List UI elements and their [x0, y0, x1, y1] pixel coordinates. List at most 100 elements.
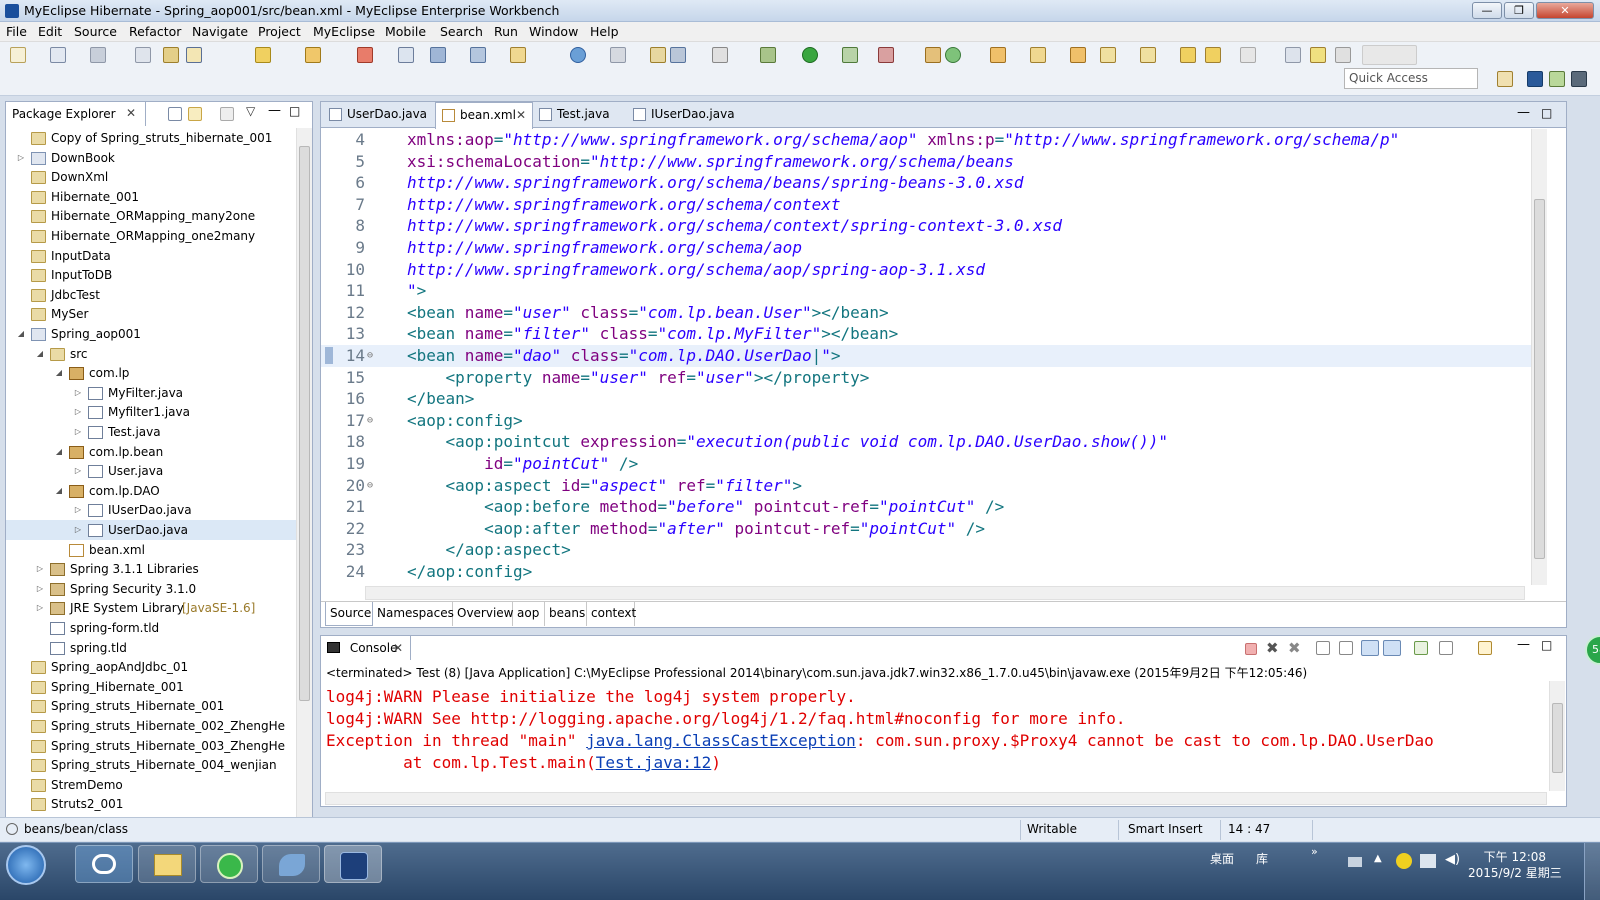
open-type-icon[interactable] — [990, 47, 1006, 63]
code-line[interactable]: 16 </bean> — [321, 388, 1531, 410]
minimize-console-icon[interactable]: — — [1517, 637, 1530, 652]
menu-window[interactable]: Window — [529, 24, 578, 39]
minimize-button[interactable]: — — [1472, 2, 1502, 19]
tree-expand-icon[interactable]: ▷ — [73, 520, 83, 540]
tree-item[interactable]: ◢ com.lp.bean — [6, 442, 296, 462]
tree-expand-icon[interactable]: ◢ — [54, 363, 64, 383]
server-icon[interactable] — [398, 47, 414, 63]
tray-app-icon[interactable] — [1396, 853, 1412, 869]
debug-icon[interactable] — [760, 47, 776, 63]
code-line[interactable]: 8 http://www.springframework.org/schema/c… — [321, 215, 1531, 237]
menu-project[interactable]: Project — [258, 24, 301, 39]
tab-test-java[interactable]: Test.java — [533, 102, 633, 128]
show-desktop-button[interactable] — [1584, 843, 1600, 900]
close-icon[interactable]: ✕ — [126, 106, 136, 120]
code-line[interactable]: 23 </aop:aspect> — [321, 539, 1531, 561]
maximize-view-icon[interactable]: □ — [289, 104, 300, 118]
console-tab[interactable]: Console ✕ — [321, 636, 411, 660]
menu-myeclipse[interactable]: MyEclipse — [313, 24, 375, 39]
page-tab-beans[interactable]: beans — [545, 602, 587, 626]
tree-item[interactable]: ◢ src — [6, 344, 296, 364]
tree-item[interactable]: spring-form.tld — [6, 618, 296, 638]
open-console-icon[interactable] — [1478, 641, 1492, 655]
volume-icon[interactable]: ◀) — [1445, 852, 1460, 867]
globe-icon[interactable] — [570, 47, 586, 63]
code-line[interactable]: 11 "> — [321, 280, 1531, 302]
code-line[interactable]: 6 http://www.springframework.org/schema/b… — [321, 172, 1531, 194]
tab-bean-xml[interactable]: bean.xml ✕ — [435, 102, 533, 129]
minimize-editor-icon[interactable]: — — [1517, 105, 1530, 120]
tree-item[interactable]: Spring_struts_Hibernate_003_ZhengHe — [6, 736, 296, 756]
save-icon[interactable] — [90, 47, 106, 63]
current-code-line[interactable]: 14 ⊖ <bean name="dao" class="com.lp.DAO.Us… — [321, 345, 1531, 367]
tray-library-label[interactable]: 库 — [1256, 850, 1268, 867]
toggle-mark-icon[interactable] — [186, 47, 202, 63]
system-clock[interactable]: 下午 12:08 2015/9/2 星期三 — [1468, 849, 1562, 881]
pin-console-icon[interactable] — [1414, 641, 1428, 655]
fold-toggle-icon[interactable]: ⊖ — [367, 345, 373, 367]
page-tab-context[interactable]: context — [587, 602, 636, 626]
menu-navigate[interactable]: Navigate — [192, 24, 248, 39]
tree-expand-icon[interactable]: ◢ — [35, 344, 45, 364]
code-line[interactable]: 5 xsi:schemaLocation="http://www.springfr… — [321, 151, 1531, 173]
menu-help[interactable]: Help — [590, 24, 619, 39]
run-icon[interactable] — [802, 47, 818, 63]
code-line[interactable]: 13 <bean name="filter" class="com.lp.MyFi… — [321, 323, 1531, 345]
tree-item[interactable]: ▷ User.java — [6, 461, 296, 481]
project-icon[interactable] — [163, 47, 179, 63]
format-icon[interactable] — [305, 47, 321, 63]
minimize-view-icon[interactable]: — — [268, 103, 281, 118]
tree-item[interactable]: JdbcTest — [6, 285, 296, 305]
new-java-icon[interactable] — [925, 47, 941, 63]
tree-item[interactable]: StremDemo — [6, 775, 296, 795]
menu-source[interactable]: Source — [74, 24, 117, 39]
pen-icon[interactable] — [1310, 47, 1326, 63]
tree-item[interactable]: Hibernate_001 — [6, 187, 296, 207]
console-vertical-scrollbar[interactable] — [1549, 681, 1565, 791]
package-explorer-scrollbar[interactable] — [296, 128, 312, 824]
menu-refactor[interactable]: Refactor — [129, 24, 181, 39]
tree-item[interactable]: Spring_struts_Hibernate_004_wenjian — [6, 755, 296, 775]
tree-item[interactable]: Spring_struts_Hibernate_002_ZhengHe — [6, 716, 296, 736]
tree-item[interactable]: Spring_struts_Hibernate_001 — [6, 696, 296, 716]
code-line[interactable]: 18 <aop:pointcut expression="execution(p… — [321, 431, 1531, 453]
code-line[interactable]: 20 ⊖ <aop:aspect id="aspect" ref="filter"… — [321, 475, 1531, 497]
taskbar-browser[interactable] — [200, 845, 258, 883]
tree-item[interactable]: ◢ com.lp — [6, 363, 296, 383]
new-icon[interactable] — [10, 47, 26, 63]
tree-item[interactable]: bean.xml — [6, 540, 296, 560]
tray-desktop-label[interactable]: 桌面 — [1210, 850, 1234, 867]
grid-icon[interactable] — [1335, 47, 1351, 63]
network-icon[interactable] — [1420, 854, 1436, 868]
collapse-all-icon[interactable] — [168, 107, 182, 121]
remove-all-icon[interactable]: ✖ — [1288, 639, 1301, 657]
quick-access-input[interactable]: Quick Access — [1344, 68, 1478, 89]
code-line[interactable]: 17 ⊖ <aop:config> — [321, 410, 1531, 432]
tree-item[interactable]: ▷ Spring Security 3.1.0 — [6, 579, 296, 599]
code-line[interactable]: 9 http://www.springframework.org/schema/a… — [321, 237, 1531, 259]
tree-item[interactable]: ▷ DownBook — [6, 148, 296, 168]
tree-item[interactable]: spring.tld — [6, 638, 296, 658]
taskbar-mysql[interactable] — [262, 845, 320, 883]
refresh-icon[interactable] — [610, 47, 626, 63]
menu-file[interactable]: File — [6, 24, 27, 39]
page-tab-source[interactable]: Source — [325, 602, 373, 626]
tree-item[interactable]: Hibernate_ORMapping_one2many — [6, 226, 296, 246]
taskbar-explorer[interactable] — [138, 845, 196, 883]
taskbar-cloud-app[interactable] — [75, 845, 133, 883]
tree-item[interactable]: DownXml — [6, 167, 296, 187]
tree-item[interactable]: Hibernate_ORMapping_many2one — [6, 206, 296, 226]
menu-mobile[interactable]: Mobile — [385, 24, 426, 39]
code-line[interactable]: 19 id="pointCut" /> — [321, 453, 1531, 475]
java-perspective-icon[interactable] — [1549, 71, 1565, 87]
myeclipse-perspective-icon[interactable] — [1527, 71, 1543, 87]
keyboard-icon[interactable] — [1348, 857, 1362, 867]
code-line[interactable]: 21 <aop:before method="before" pointcut-… — [321, 496, 1531, 518]
fold-toggle-icon[interactable]: ⊖ — [367, 410, 373, 432]
open-folder-icon[interactable] — [1070, 47, 1086, 63]
notification-badge[interactable]: 58 — [1585, 635, 1600, 665]
pin-icon[interactable] — [1285, 47, 1301, 63]
show-hidden-icons-icon[interactable]: ▲ — [1374, 853, 1382, 864]
tree-item[interactable]: Copy of Spring_struts_hibernate_001 — [6, 128, 296, 148]
tree-expand-icon[interactable]: ▷ — [73, 402, 83, 422]
